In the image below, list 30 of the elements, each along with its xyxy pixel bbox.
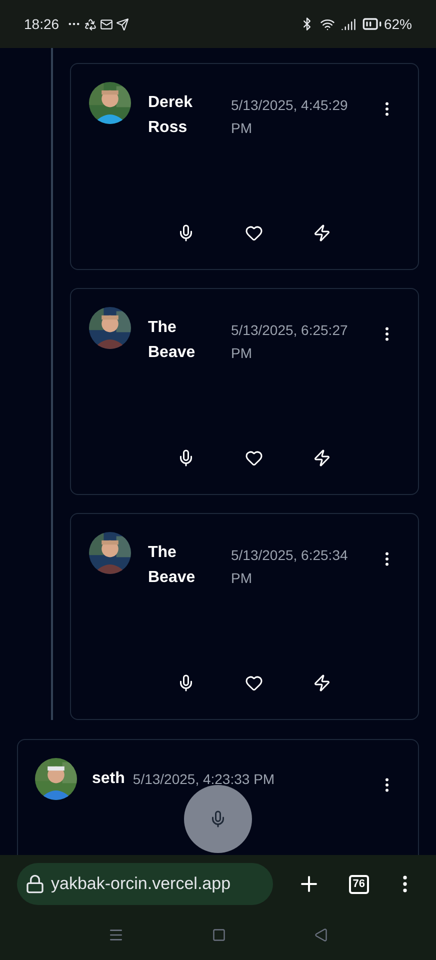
- clock: 18:26: [24, 14, 60, 34]
- wifi-icon: [320, 16, 335, 32]
- voice-reply-button[interactable]: [177, 449, 195, 467]
- author-name: The Beave: [148, 543, 196, 588]
- post-timestamp: 5/13/2025, 6:25:34 PM: [231, 546, 349, 588]
- address-bar[interactable]: yakbak-orcin.vercel.app: [17, 863, 273, 905]
- microphone-icon: [209, 810, 227, 828]
- home-icon[interactable]: [212, 928, 226, 942]
- voice-reply-button[interactable]: [177, 224, 195, 242]
- post-timestamp: 5/13/2025, 4:23:33 PM: [132, 770, 275, 789]
- like-button[interactable]: [245, 449, 263, 467]
- zap-button[interactable]: [313, 224, 331, 242]
- author-name: The Beave: [148, 318, 196, 363]
- signal-icon: [340, 16, 356, 32]
- battery-percentage: 62%: [384, 14, 412, 34]
- mail-icon: [100, 18, 114, 30]
- zap-button[interactable]: [313, 674, 331, 692]
- post-timestamp: 5/13/2025, 6:25:27 PM: [231, 321, 349, 363]
- like-button[interactable]: [245, 224, 263, 242]
- zap-button[interactable]: [313, 449, 331, 467]
- recycle-icon: [84, 18, 98, 30]
- post-timestamp: 5/13/2025, 4:45:29 PM: [231, 96, 349, 138]
- tab-count-button[interactable]: 76: [348, 874, 369, 894]
- voice-reply-button[interactable]: [177, 674, 195, 692]
- menu-icon[interactable]: [108, 927, 124, 943]
- back-icon[interactable]: [314, 928, 328, 942]
- author-name: Derek Ross: [148, 93, 194, 138]
- like-button[interactable]: [245, 674, 263, 692]
- author-name: seth: [92, 769, 125, 789]
- send-icon: [116, 18, 130, 30]
